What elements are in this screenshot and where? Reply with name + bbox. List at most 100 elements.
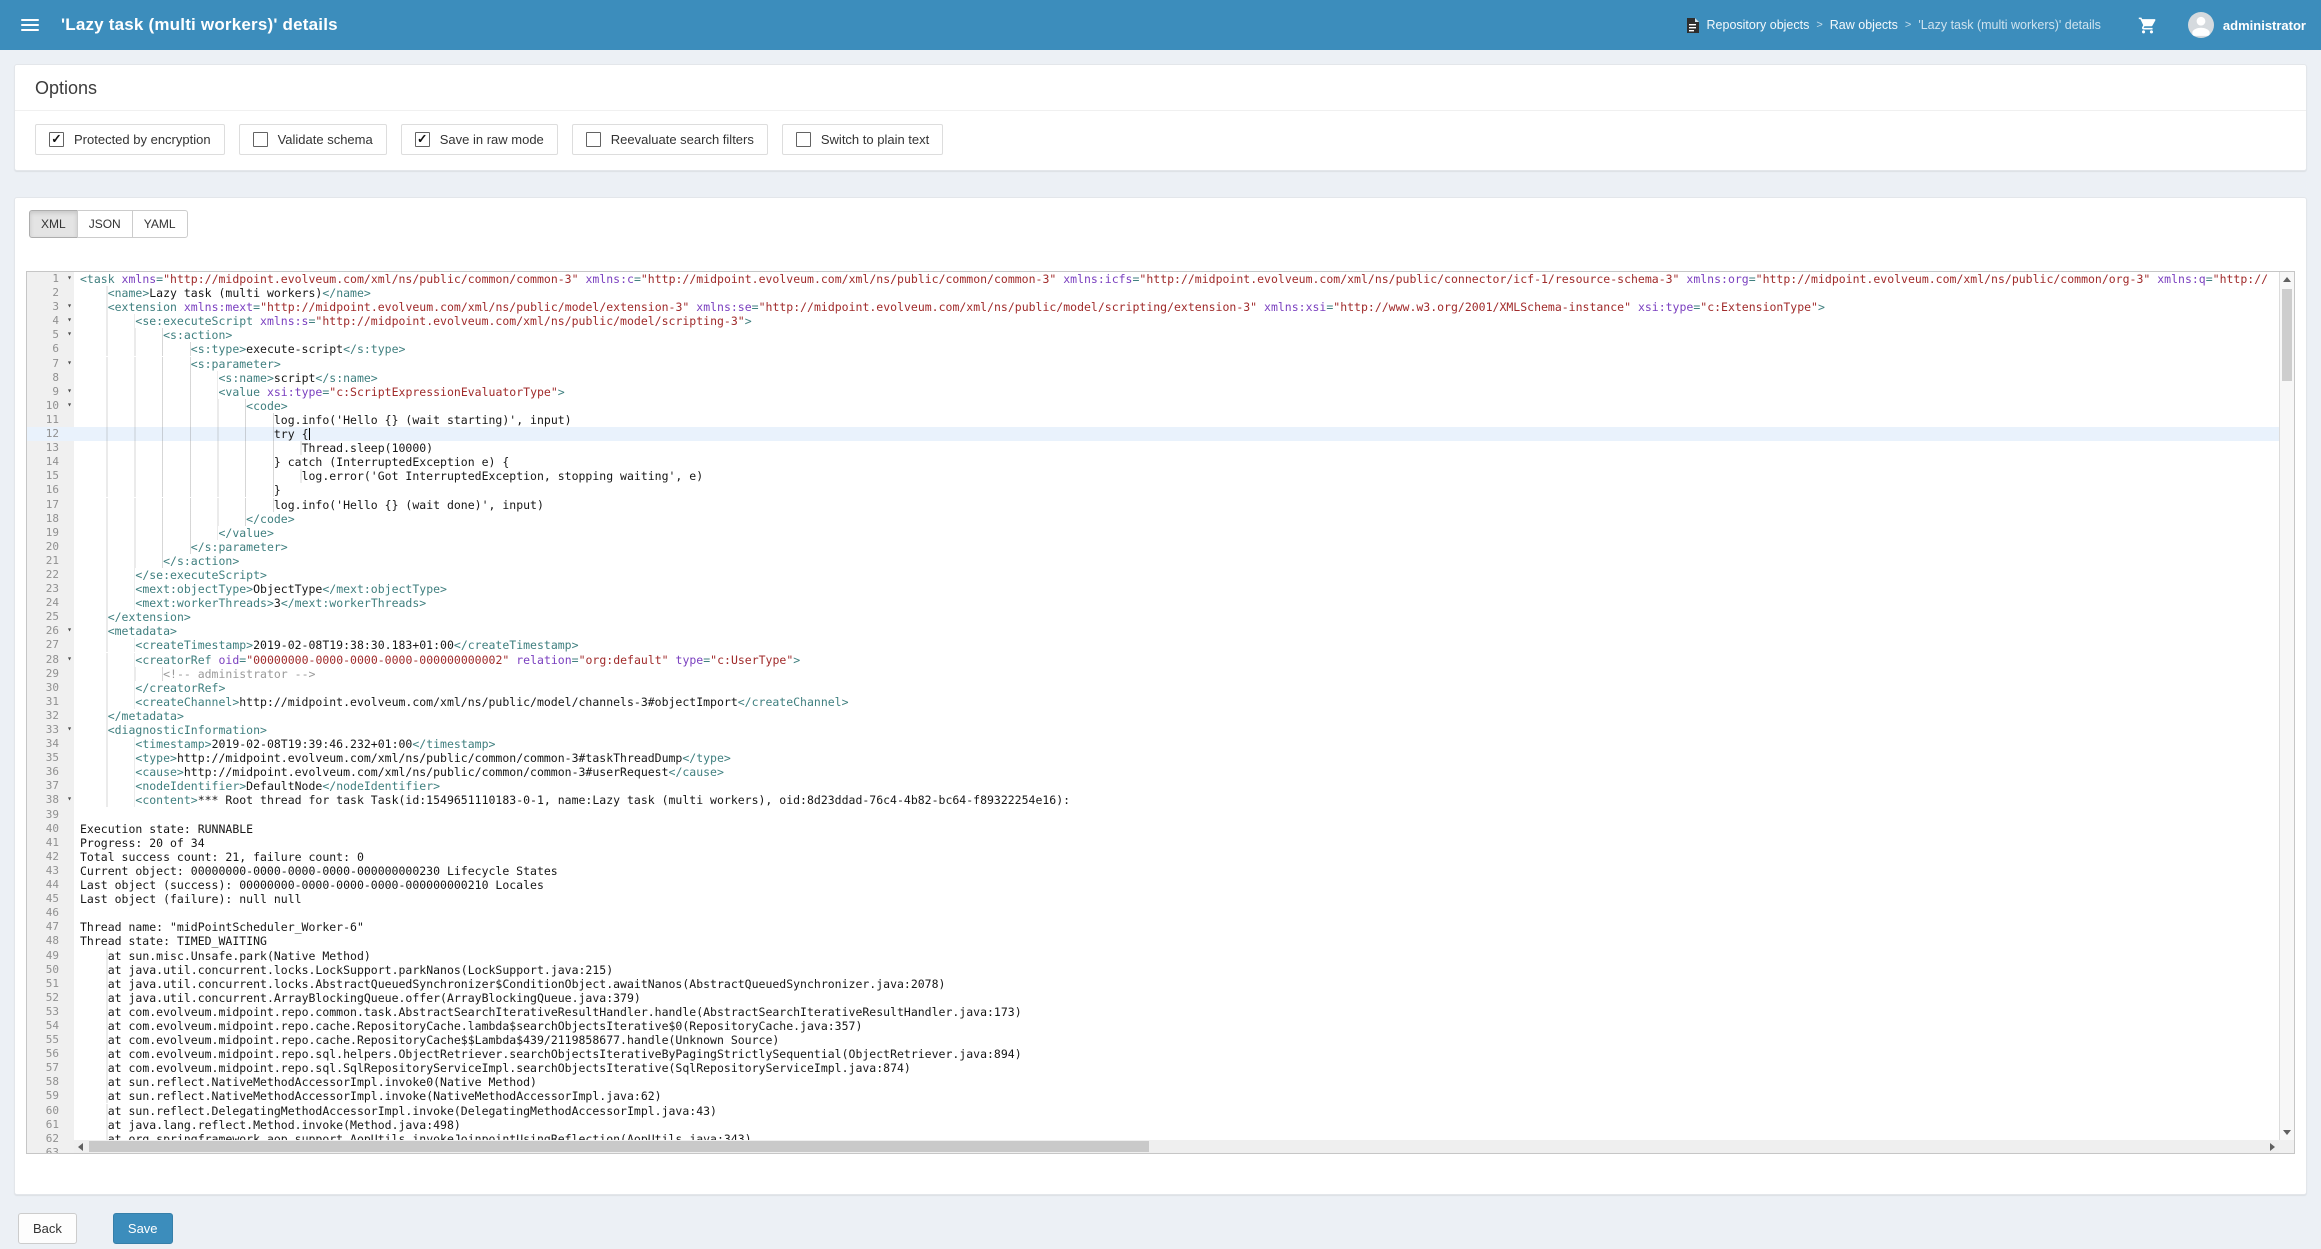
code-line[interactable]: log.info('Hello {} (wait done)', input)	[74, 498, 2294, 512]
code-line[interactable]	[74, 808, 2294, 822]
code-line[interactable]: at sun.reflect.DelegatingMethodAccessorI…	[74, 1104, 2294, 1118]
code-line[interactable]: <metadata>	[74, 624, 2294, 638]
fold-toggle-icon[interactable]: ▾	[67, 271, 72, 285]
tab-xml[interactable]: XML	[29, 210, 78, 238]
code-line[interactable]: <code>	[74, 399, 2294, 413]
code-line[interactable]: <s:name>script</s:name>	[74, 371, 2294, 385]
code-line[interactable]: Thread state: TIMED_WAITING	[74, 934, 2294, 948]
cart-button[interactable]	[2137, 16, 2158, 35]
horizontal-scrollbar[interactable]	[74, 1140, 2279, 1153]
code-line[interactable]: <mext:objectType>ObjectType</mext:object…	[74, 582, 2294, 596]
code-line[interactable]: at java.util.concurrent.locks.LockSuppor…	[74, 963, 2294, 977]
code-line[interactable]: at java.lang.reflect.Method.invoke(Metho…	[74, 1118, 2294, 1132]
code-line[interactable]: Progress: 20 of 34	[74, 836, 2294, 850]
code-line[interactable]: log.error('Got InterruptedException, sto…	[74, 469, 2294, 483]
scroll-up-arrow-icon[interactable]	[2280, 272, 2294, 287]
option-switch-to-plain-text[interactable]: Switch to plain text	[782, 124, 943, 155]
breadcrumb-item-raw-objects[interactable]: Raw objects	[1830, 18, 1898, 32]
code-line[interactable]: at com.evolveum.midpoint.repo.cache.Repo…	[74, 1033, 2294, 1047]
code-line[interactable]: <value xsi:type="c:ScriptExpressionEvalu…	[74, 385, 2294, 399]
code-line[interactable]: Thread.sleep(10000)	[74, 441, 2294, 455]
checkbox-unchecked-icon[interactable]	[796, 132, 811, 147]
code-line[interactable]: at sun.reflect.NativeMethodAccessorImpl.…	[74, 1089, 2294, 1103]
scroll-right-arrow-icon[interactable]	[2266, 1140, 2279, 1153]
code-line[interactable]: </se:executeScript>	[74, 568, 2294, 582]
code-line[interactable]: <content>*** Root thread for task Task(i…	[74, 793, 2294, 807]
code-line[interactable]: <creatorRef oid="00000000-0000-0000-0000…	[74, 653, 2294, 667]
vertical-scrollbar[interactable]	[2279, 272, 2294, 1140]
code-line[interactable]: <createTimestamp>2019-02-08T19:38:30.183…	[74, 638, 2294, 652]
tab-yaml[interactable]: YAML	[132, 210, 188, 238]
code-line[interactable]: }	[74, 483, 2294, 497]
code-line[interactable]: <createChannel>http://midpoint.evolveum.…	[74, 695, 2294, 709]
code-line[interactable]: <s:action>	[74, 328, 2294, 342]
fold-toggle-icon[interactable]: ▾	[67, 722, 72, 736]
code-line[interactable]: </creatorRef>	[74, 681, 2294, 695]
code-line[interactable]: <diagnosticInformation>	[74, 723, 2294, 737]
code-line[interactable]: </code>	[74, 512, 2294, 526]
fold-toggle-icon[interactable]: ▾	[67, 299, 72, 313]
checkbox-checked-icon[interactable]: ✓	[49, 132, 64, 147]
option-reevaluate-search-filters[interactable]: Reevaluate search filters	[572, 124, 768, 155]
code-line[interactable]: at java.util.concurrent.ArrayBlockingQue…	[74, 991, 2294, 1005]
code-line[interactable]: </extension>	[74, 610, 2294, 624]
tab-json[interactable]: JSON	[77, 210, 133, 238]
fold-toggle-icon[interactable]: ▾	[67, 327, 72, 341]
code-line[interactable]	[74, 906, 2294, 920]
fold-toggle-icon[interactable]: ▾	[67, 623, 72, 637]
code-line[interactable]: Current object: 00000000-0000-0000-0000-…	[74, 864, 2294, 878]
code-line[interactable]: <task xmlns="http://midpoint.evolveum.co…	[74, 272, 2294, 286]
fold-toggle-icon[interactable]: ▾	[67, 384, 72, 398]
save-button[interactable]: Save	[113, 1213, 173, 1244]
code-line[interactable]: </metadata>	[74, 709, 2294, 723]
code-line[interactable]: </value>	[74, 526, 2294, 540]
scroll-down-arrow-icon[interactable]	[2280, 1125, 2294, 1140]
code-line[interactable]: <s:parameter>	[74, 357, 2294, 371]
code-line[interactable]: at sun.misc.Unsafe.park(Native Method)	[74, 949, 2294, 963]
code-line[interactable]: </s:action>	[74, 554, 2294, 568]
editor-code-area[interactable]: <task xmlns="http://midpoint.evolveum.co…	[74, 272, 2294, 1153]
scroll-left-arrow-icon[interactable]	[74, 1140, 87, 1153]
code-line[interactable]: <type>http://midpoint.evolveum.com/xml/n…	[74, 751, 2294, 765]
fold-toggle-icon[interactable]: ▾	[67, 356, 72, 370]
code-line[interactable]: <mext:workerThreads>3</mext:workerThread…	[74, 596, 2294, 610]
code-line[interactable]: Last object (failure): null null	[74, 892, 2294, 906]
code-line[interactable]: <timestamp>2019-02-08T19:39:46.232+01:00…	[74, 737, 2294, 751]
code-line[interactable]: Last object (success): 00000000-0000-000…	[74, 878, 2294, 892]
code-line[interactable]: Execution state: RUNNABLE	[74, 822, 2294, 836]
code-line[interactable]: <s:type>execute-script</s:type>	[74, 342, 2294, 356]
code-line[interactable]: </s:parameter>	[74, 540, 2294, 554]
back-button[interactable]: Back	[18, 1213, 77, 1244]
option-protected-by-encryption[interactable]: ✓Protected by encryption	[35, 124, 225, 155]
code-line[interactable]: <nodeIdentifier>DefaultNode</nodeIdentif…	[74, 779, 2294, 793]
horizontal-scrollbar-thumb[interactable]	[89, 1141, 1149, 1152]
code-line[interactable]: at sun.reflect.NativeMethodAccessorImpl.…	[74, 1075, 2294, 1089]
fold-toggle-icon[interactable]: ▾	[67, 792, 72, 806]
checkbox-unchecked-icon[interactable]	[253, 132, 268, 147]
code-line[interactable]: Total success count: 21, failure count: …	[74, 850, 2294, 864]
hamburger-icon[interactable]	[21, 19, 39, 31]
code-line[interactable]: <extension xmlns:mext="http://midpoint.e…	[74, 300, 2294, 314]
fold-toggle-icon[interactable]: ▾	[67, 313, 72, 327]
option-save-in-raw-mode[interactable]: ✓Save in raw mode	[401, 124, 558, 155]
code-line[interactable]: <cause>http://midpoint.evolveum.com/xml/…	[74, 765, 2294, 779]
checkbox-checked-icon[interactable]: ✓	[415, 132, 430, 147]
fold-toggle-icon[interactable]: ▾	[67, 398, 72, 412]
xml-code-editor[interactable]: 1▾23▾4▾5▾67▾89▾10▾1112131415161718192021…	[26, 271, 2295, 1154]
checkbox-unchecked-icon[interactable]	[586, 132, 601, 147]
code-line[interactable]: <!-- administrator -->	[74, 667, 2294, 681]
user-menu[interactable]: administrator	[2188, 12, 2306, 38]
code-line[interactable]: at com.evolveum.midpoint.repo.cache.Repo…	[74, 1019, 2294, 1033]
code-line[interactable]: at java.util.concurrent.locks.AbstractQu…	[74, 977, 2294, 991]
fold-toggle-icon[interactable]: ▾	[67, 652, 72, 666]
code-line[interactable]: try {	[74, 427, 2294, 441]
code-line[interactable]: at com.evolveum.midpoint.repo.sql.SqlRep…	[74, 1061, 2294, 1075]
option-validate-schema[interactable]: Validate schema	[239, 124, 387, 155]
code-line[interactable]: <name>Lazy task (multi workers)</name>	[74, 286, 2294, 300]
code-line[interactable]: log.info('Hello {} (wait starting)', inp…	[74, 413, 2294, 427]
breadcrumb-item-repository-objects[interactable]: Repository objects	[1707, 18, 1810, 32]
code-line[interactable]: Thread name: "midPointScheduler_Worker-6…	[74, 920, 2294, 934]
code-line[interactable]: at com.evolveum.midpoint.repo.common.tas…	[74, 1005, 2294, 1019]
code-line[interactable]: at com.evolveum.midpoint.repo.sql.helper…	[74, 1047, 2294, 1061]
vertical-scrollbar-thumb[interactable]	[2282, 289, 2292, 381]
